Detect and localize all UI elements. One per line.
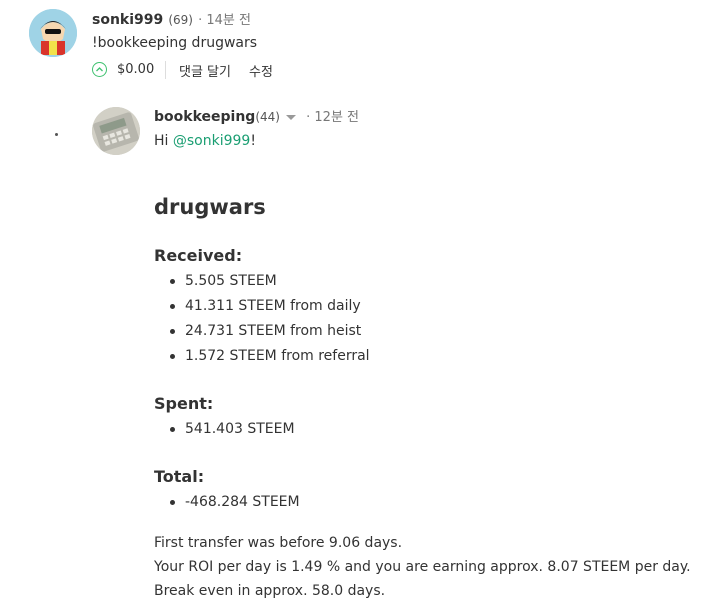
- reply-timestamp[interactable]: · 12분 전: [306, 110, 359, 125]
- reply-link[interactable]: 댓글 달기: [179, 61, 231, 80]
- reply-greeting: Hi @sonki999!: [154, 133, 256, 149]
- avatar[interactable]: [29, 9, 77, 57]
- total-heading: Total:: [154, 467, 205, 486]
- reply-author-name[interactable]: bookkeeping: [154, 109, 255, 125]
- post-title: drugwars: [154, 195, 266, 219]
- comment-body: !bookkeeping drugwars: [92, 35, 258, 51]
- list-item: 1.572 STEEM from referral: [154, 347, 370, 372]
- greeting-text: Hi: [154, 133, 173, 149]
- total-list: -468.284 STEEM: [154, 493, 300, 518]
- divider: [165, 61, 166, 79]
- received-list: 5.505 STEEM 41.311 STEEM from daily 24.7…: [154, 272, 370, 372]
- summary-line: Break even in approx. 58.0 days.: [154, 583, 386, 599]
- upvote-icon[interactable]: [92, 62, 107, 77]
- comment-timestamp[interactable]: · 14분 전: [198, 13, 251, 28]
- list-item: 5.505 STEEM: [154, 272, 370, 297]
- list-item: 41.311 STEEM from daily: [154, 297, 370, 322]
- collapse-toggle-icon[interactable]: [55, 133, 58, 136]
- reply-avatar[interactable]: [92, 107, 140, 155]
- spent-list: 541.403 STEEM: [154, 420, 295, 445]
- comment-header: sonki999 (69) · 14분 전: [92, 9, 251, 28]
- received-heading: Received:: [154, 246, 243, 265]
- summary-line: Your ROI per day is 1.49 % and you are e…: [154, 559, 691, 575]
- list-item: 541.403 STEEM: [154, 420, 295, 445]
- author-reputation: (69): [168, 13, 193, 27]
- reply-author-reputation: (44): [255, 110, 280, 124]
- list-item: -468.284 STEEM: [154, 493, 300, 518]
- reply-header: bookkeeping(44) · 12분 전: [154, 106, 359, 126]
- list-item: 24.731 STEEM from heist: [154, 322, 370, 347]
- greeting-end: !: [250, 133, 256, 149]
- payout-value[interactable]: $0.00: [117, 62, 154, 77]
- edit-link[interactable]: 수정: [249, 61, 273, 80]
- author-name[interactable]: sonki999: [92, 12, 163, 28]
- spent-heading: Spent:: [154, 394, 214, 413]
- chevron-down-icon[interactable]: [285, 107, 297, 126]
- summary-text: First transfer was before 9.06 days. You…: [154, 531, 691, 603]
- mention-link[interactable]: @sonki999: [173, 133, 250, 149]
- summary-line: First transfer was before 9.06 days.: [154, 535, 403, 551]
